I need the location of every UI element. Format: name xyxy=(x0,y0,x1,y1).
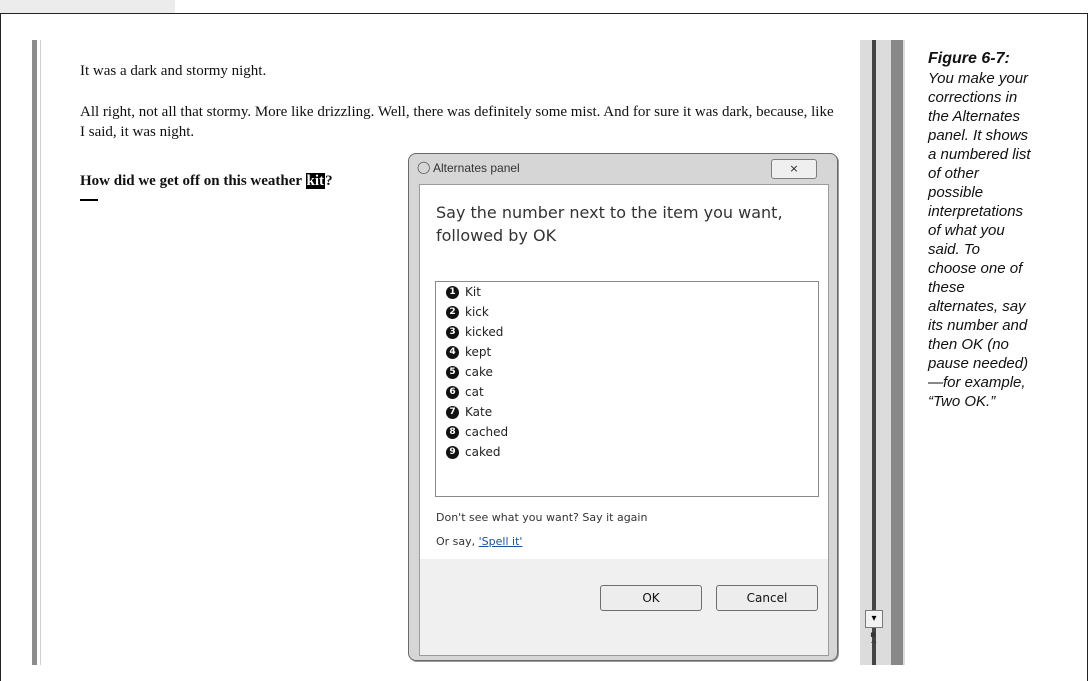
spell-it-link[interactable]: 'Spell it' xyxy=(479,535,523,548)
number-badge: 1 xyxy=(446,285,459,299)
item-label: Kit xyxy=(465,285,481,299)
number-badge: 3 xyxy=(446,325,459,339)
number-badge: 9 xyxy=(446,445,459,459)
line3-after: ? xyxy=(325,173,333,189)
hint-say-again: Don't see what you want? Say it again xyxy=(436,511,648,524)
document-left-border xyxy=(32,40,37,665)
list-item[interactable]: 8 cached xyxy=(436,422,818,442)
list-item[interactable]: 4 kept xyxy=(436,342,818,362)
item-label: cached xyxy=(465,425,509,439)
item-label: cat xyxy=(465,385,484,399)
scrollbar-rail xyxy=(872,40,876,665)
close-icon[interactable]: × xyxy=(771,159,817,179)
list-item[interactable]: 6 cat xyxy=(436,382,818,402)
list-item[interactable]: 1 Kit xyxy=(436,282,818,302)
item-label: kept xyxy=(465,345,492,359)
alternates-list[interactable]: 1 Kit 2 kick 3 kicked 4 kept 5 cake 6 cat 7 Kat… xyxy=(435,281,819,497)
scroll-down-arrow-icon[interactable]: ▾ xyxy=(865,610,883,628)
figure-title: Figure 6-7: xyxy=(928,50,1010,67)
list-item[interactable]: 2 kick xyxy=(436,302,818,322)
document-line-1: It was a dark and stormy night. xyxy=(80,63,267,79)
scroll-split-handle[interactable]: ▪ ^ xyxy=(870,630,878,650)
item-label: caked xyxy=(465,445,501,459)
highlighted-word[interactable]: kit xyxy=(305,173,326,189)
document-line-3: How did we get off on this weather kit? xyxy=(80,171,333,191)
number-badge: 4 xyxy=(446,345,459,359)
cancel-button[interactable]: Cancel xyxy=(716,585,818,611)
frame-left-border xyxy=(0,13,1,681)
dialog-title: Alternates panel xyxy=(433,161,520,175)
alternates-panel-dialog: ◯ Alternates panel × Say the number next… xyxy=(408,153,838,661)
number-badge: 2 xyxy=(446,305,459,319)
window-edge xyxy=(891,40,903,665)
dialog-prompt: Say the number next to the item you want… xyxy=(436,203,783,245)
item-label: cake xyxy=(465,365,493,379)
document-left-border-inner xyxy=(40,40,41,665)
number-badge: 7 xyxy=(446,405,459,419)
number-badge: 6 xyxy=(446,385,459,399)
list-item[interactable]: 3 kicked xyxy=(436,322,818,342)
line3-before: How did we get off on this weather xyxy=(80,173,306,189)
list-item[interactable]: 7 Kate xyxy=(436,402,818,422)
hint-spell-it: Or say, 'Spell it' xyxy=(436,535,522,548)
microphone-icon: ◯ xyxy=(417,160,431,174)
frame-top-border xyxy=(0,13,1088,14)
list-item[interactable]: 9 caked xyxy=(436,442,818,462)
item-label: kicked xyxy=(465,325,504,339)
figure-caption: You make your corrections in the Alterna… xyxy=(928,70,1031,410)
document-line-2: All right, not all that stormy. More lik… xyxy=(80,104,834,140)
dialog-body: Say the number next to the item you want… xyxy=(419,184,829,656)
number-badge: 8 xyxy=(446,425,459,439)
item-label: Kate xyxy=(465,405,493,419)
item-label: kick xyxy=(465,305,489,319)
text-cursor-underline xyxy=(80,199,98,201)
hint-spell-prefix: Or say, xyxy=(436,535,479,548)
list-item[interactable]: 5 cake xyxy=(436,362,818,382)
number-badge: 5 xyxy=(446,365,459,379)
top-tab xyxy=(0,0,175,13)
ok-button[interactable]: OK xyxy=(600,585,702,611)
